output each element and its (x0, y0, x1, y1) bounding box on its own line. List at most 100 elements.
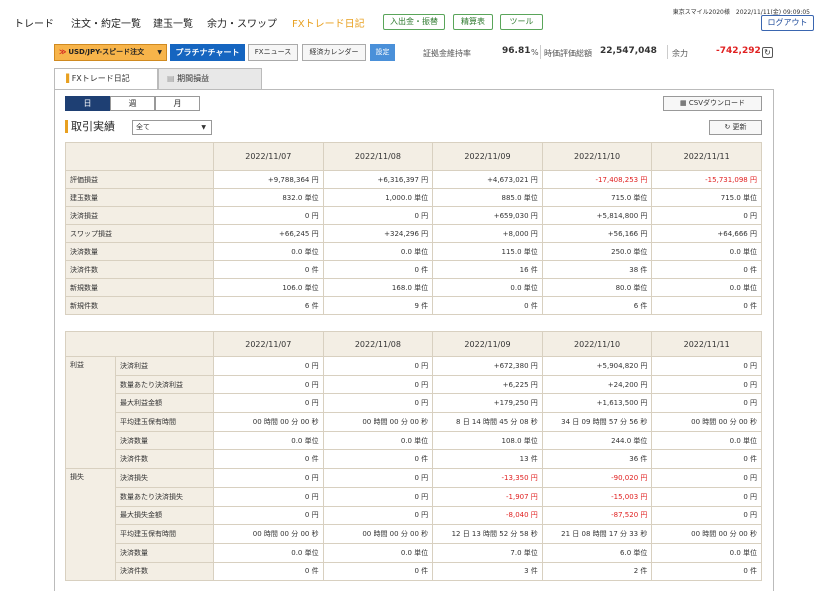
table-cell: 0 円 (213, 374, 324, 395)
table-cell: 0 円 (213, 356, 324, 376)
nav-positions[interactable]: 建玉一覧 (153, 15, 193, 30)
table-cell: +5,814,800 円 (541, 206, 653, 225)
table-cell: -1,907 円 (432, 486, 543, 507)
table-cell: 0 円 (213, 206, 324, 225)
table-cell: 0 円 (322, 393, 434, 414)
chevron-down-icon: ▼ (201, 124, 206, 131)
table-cell: 21 日 08 時間 17 分 33 秒 (541, 524, 653, 544)
table-cell: 0 円 (651, 486, 762, 507)
table-header-date: 2022/11/10 (541, 142, 653, 171)
table-row: 新規件数 6 件9 件0 件6 件0 件 (65, 296, 762, 315)
table-cell: 0.0 単位 (322, 430, 434, 451)
row-label: 数量あたり決済利益 (115, 374, 214, 395)
divider (540, 45, 541, 59)
table-row: 新規数量 106.0 単位 168.0 単位 0.0 単位 80.0 単位 0.0 単位 (65, 278, 762, 297)
row-label: スワップ損益 (65, 224, 214, 243)
table-cell: 00 時間 00 分 00 秒 (322, 412, 434, 432)
settings-button[interactable]: 設定 (370, 44, 395, 61)
row-label: 決済数量 (115, 542, 214, 563)
group-label: 利益 (65, 355, 116, 470)
table-cell: 0.0 単位 (322, 542, 434, 563)
table-header-blank (65, 142, 214, 171)
row-label: 平均建玉保有時間 (115, 524, 214, 544)
table-row: 決済数量 0.0 単位 0.0 単位 115.0 単位 250.0 単位 0.0 単位 (65, 242, 762, 261)
row-label: 決済件数 (65, 260, 214, 279)
tab-label: 期間損益 (177, 74, 210, 83)
table-cell: 36 件 (541, 449, 653, 470)
tab-fx-diary[interactable]: ▐ FXトレード日記 (54, 68, 158, 90)
refresh-button[interactable]: ↻ 更新 (709, 120, 762, 135)
row-label: 新規数量 (65, 278, 214, 297)
period-month-button[interactable]: 月 (155, 96, 200, 111)
table-cell: 832.0 単位 (213, 188, 324, 207)
table-cell: 1,000.0 単位 (322, 188, 434, 207)
table-row: 決済数量 0.0 単位 0.0 単位 7.0 単位 6.0 単位 0.0 単位 (66, 542, 762, 563)
table-cell: 0 円 (213, 468, 324, 488)
table-cell: 0.0 単位 (651, 430, 762, 451)
table-header-date: 2022/11/07 (213, 142, 324, 171)
table-cell: 0 件 (651, 296, 762, 315)
table-cell: 0 円 (651, 374, 762, 395)
margin-unit: % (531, 48, 539, 57)
summary-table: 2022/11/07 2022/11/08 2022/11/09 2022/11… (65, 142, 762, 315)
nav-trade[interactable]: トレード (14, 15, 54, 30)
period-day-button[interactable]: 日 (65, 96, 110, 111)
table-cell: 6.0 単位 (541, 542, 653, 563)
table-cell: -15,003 円 (541, 486, 653, 507)
table-cell: +324,296 円 (322, 224, 434, 243)
table-cell: 0 円 (213, 486, 324, 507)
csv-download-button[interactable]: ▦ CSVダウンロード (663, 96, 762, 111)
table-header-date: 2022/11/10 (541, 331, 653, 357)
calendar-button[interactable]: 経済カレンダー (302, 44, 366, 61)
deposit-button[interactable]: 入出金・振替 (383, 14, 445, 30)
table-cell: +66,245 円 (213, 224, 324, 243)
valuation-label: 時価評価総額 (544, 49, 592, 58)
table-cell: +24,200 円 (541, 374, 653, 395)
logout-button[interactable]: ログアウト (761, 15, 814, 31)
table-cell: 106.0 単位 (213, 278, 324, 297)
table-header-date: 2022/11/09 (432, 331, 543, 357)
row-label: 決済損失 (115, 468, 214, 488)
table-cell: +6,225 円 (432, 374, 543, 395)
table-cell: 0 円 (651, 356, 762, 376)
table-row: 最大利益金額 0 円0 円 +179,250 円 +1,613,500 円0 円 (66, 393, 762, 414)
fx-news-button[interactable]: FXニュース (248, 44, 298, 61)
nav-orders[interactable]: 注文・約定一覧 (71, 15, 141, 30)
tab-period-pl[interactable]: ▤ 期間損益 (158, 68, 262, 89)
group-label: 損失 (65, 468, 116, 582)
table-cell: +64,666 円 (651, 224, 762, 243)
symbol-select[interactable]: ≫ USD/JPY-スピード注文 ▼ (54, 44, 167, 61)
platinum-chart-button[interactable]: プラチナチャート (170, 44, 245, 61)
chevron-down-icon: ▼ (157, 49, 162, 56)
table-cell: +6,316,397 円 (322, 170, 434, 189)
table-cell: 0 円 (651, 468, 762, 488)
row-label: 決済損益 (65, 206, 214, 225)
refresh-icon[interactable]: ↻ (762, 47, 773, 58)
table-cell: 0.0 単位 (651, 242, 762, 261)
filter-select[interactable]: 全て ▼ (132, 120, 212, 135)
table-cell: +5,904,820 円 (541, 356, 653, 376)
nav-fx-diary[interactable]: FXトレード日記 (292, 15, 365, 30)
table-cell: 0 円 (322, 486, 434, 507)
table-row: 決済件数 0 件0 件 13 件 36 件0 件 (66, 449, 762, 470)
row-label: 決済件数 (115, 449, 214, 470)
table-header-date: 2022/11/07 (213, 331, 324, 357)
table-cell: -87,520 円 (541, 505, 653, 526)
nav-margin-swap[interactable]: 余力・スワップ (207, 15, 277, 30)
tools-button[interactable]: ツール (500, 14, 543, 30)
top-nav: トレード 注文・約定一覧 建玉一覧 余力・スワップ FXトレード日記 入出金・振… (0, 0, 820, 42)
table-cell: 00 時間 00 分 00 秒 (651, 524, 762, 544)
table-cell: 9 件 (322, 296, 434, 315)
table-cell: 0 円 (322, 468, 434, 488)
statement-button[interactable]: 精算表 (453, 14, 493, 30)
row-label: 決済件数 (115, 561, 214, 582)
table-cell: +179,250 円 (432, 393, 543, 414)
diary-icon: ▐ (63, 74, 70, 83)
table-cell: 00 時間 00 分 00 秒 (651, 412, 762, 432)
table-cell: 8 日 14 時間 45 分 08 秒 (432, 412, 543, 432)
table-icon: ▤ (167, 74, 175, 83)
period-week-button[interactable]: 週 (110, 96, 155, 111)
table-cell: 00 時間 00 分 00 秒 (213, 524, 324, 544)
table-cell: 0 円 (322, 505, 434, 526)
table-cell: 0.0 単位 (213, 242, 324, 261)
